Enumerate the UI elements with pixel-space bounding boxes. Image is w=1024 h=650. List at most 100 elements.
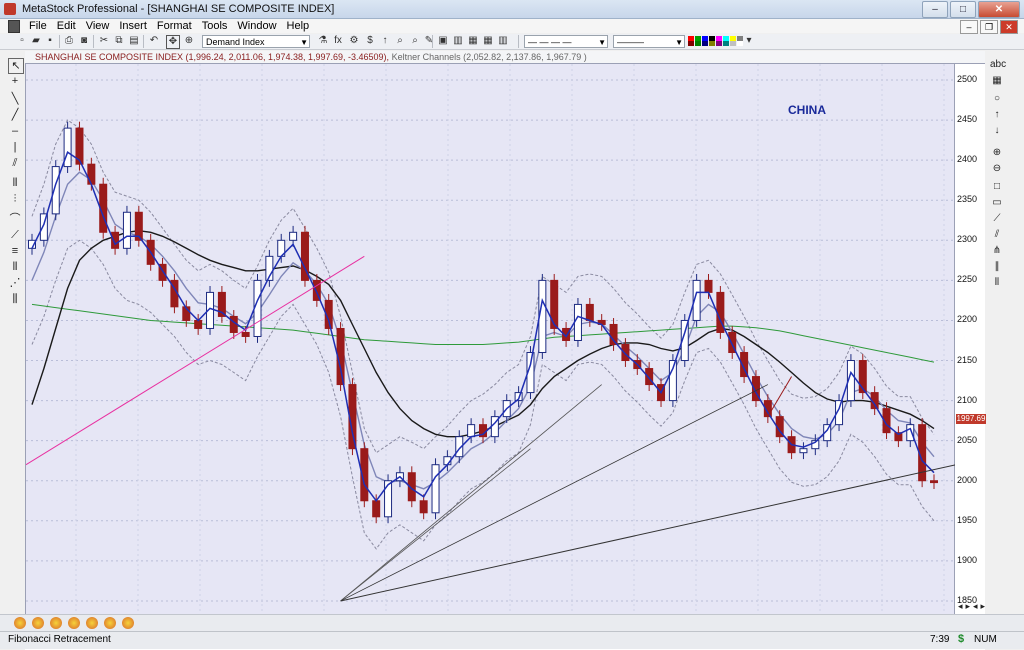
circle-icon[interactable]: ○ [990, 92, 1004, 106]
vlines-icon[interactable]: ⦀ [990, 276, 1004, 290]
binoculars-2-icon[interactable]: ⌕ [409, 35, 421, 47]
y-tick-label: 2350 [957, 194, 978, 205]
menu-item-file[interactable]: File [24, 19, 52, 33]
color-swatch[interactable] [709, 41, 715, 46]
chrome-tab-icon[interactable] [104, 617, 116, 629]
doc-close-button[interactable]: ✕ [1000, 20, 1018, 34]
indicator-select[interactable]: Demand Index ▼ [202, 35, 310, 48]
pen-icon[interactable]: ✎ [423, 35, 435, 47]
pitchfork-icon[interactable]: ⋔ [990, 244, 1004, 258]
candle-body [384, 480, 393, 518]
layout-4-icon[interactable]: ▦ [482, 35, 494, 47]
cut-icon[interactable]: ✂ [98, 35, 110, 47]
zoom-in-icon[interactable]: ⊕ [990, 146, 1004, 160]
copy-icon[interactable]: ⧉ [113, 35, 125, 47]
line-weight-value: ——— [617, 37, 644, 47]
regression-icon[interactable]: ⫼ [8, 292, 22, 306]
arrow-up-icon[interactable]: ↑ [990, 108, 1004, 122]
color-swatch[interactable] [723, 41, 729, 46]
line-style-select[interactable]: — — — — ▼ [524, 35, 608, 48]
crosshair-tool-icon[interactable]: + [8, 74, 22, 88]
line-weight-select[interactable]: ——— ▼ [613, 35, 685, 48]
minimize-button[interactable]: – [922, 1, 948, 18]
menu-item-view[interactable]: View [81, 19, 115, 33]
scroll-arrows[interactable]: ◂▸◂▸ [958, 601, 988, 612]
parallel-icon[interactable]: ∥ [990, 260, 1004, 274]
rect-icon[interactable]: ▭ [990, 196, 1004, 210]
layout-3-icon[interactable]: ▦ [467, 35, 479, 47]
grid-icon[interactable]: ▦ [990, 74, 1004, 88]
fan-line [340, 384, 769, 602]
document-icon[interactable] [8, 20, 20, 33]
color-swatch[interactable] [716, 41, 722, 46]
chrome-tab-icon[interactable] [86, 617, 98, 629]
chrome-tab-icon[interactable] [50, 617, 62, 629]
fibonacci-arcs-icon[interactable]: ⌒ [8, 212, 22, 226]
color-swatch[interactable] [695, 41, 701, 46]
paste-icon[interactable]: ▤ [128, 35, 140, 47]
andrews-fork-icon[interactable]: ⫶ [8, 192, 22, 206]
text-tool-icon[interactable]: abc [990, 58, 1006, 72]
doc-restore-button[interactable]: ❐ [980, 20, 998, 34]
gann-fan-icon[interactable]: ⋰ [8, 276, 22, 290]
menu-item-window[interactable]: Window [232, 19, 281, 33]
horizontal-line-icon[interactable]: – [8, 124, 22, 138]
doc-minimize-button[interactable]: – [960, 20, 978, 34]
color-swatch[interactable] [702, 41, 708, 46]
binoculars-icon[interactable]: ⌕ [394, 35, 406, 47]
save-icon[interactable]: ▪ [44, 35, 56, 47]
ray-tool-icon[interactable]: ╱ [8, 108, 22, 122]
undo-icon[interactable]: ↶ [148, 35, 160, 47]
plot-area[interactable]: CHINA [25, 63, 956, 629]
crosshair-icon[interactable]: ⊕ [183, 35, 195, 47]
color-swatch[interactable] [688, 41, 694, 46]
layout-2-icon[interactable]: ▥ [452, 35, 464, 47]
channel-tool-icon[interactable]: ⫽ [8, 156, 22, 170]
annotation-toolbar: abc ▦ ○ ↑ ↓ ⊕ ⊖ □ ▭ ⟋ ⫽ ⋔ ∥ ⦀ [988, 56, 1006, 616]
fibonacci-fans-icon[interactable]: ⟋ [8, 228, 22, 242]
vertical-line-icon[interactable]: | [8, 140, 22, 154]
chart-window: SHANGHAI SE COMPOSITE INDEX (1,996.24, 2… [25, 50, 985, 650]
select-arrow-icon[interactable]: ↖ [8, 58, 24, 74]
menu-item-edit[interactable]: Edit [52, 19, 81, 33]
system-tester-icon[interactable]: ↑ [379, 35, 391, 47]
cycle-lines-icon[interactable]: ⫴ [8, 176, 22, 190]
open-icon[interactable]: ▰ [30, 35, 42, 47]
trendline-tool-icon[interactable]: ╲ [8, 92, 22, 106]
chrome-tab-icon[interactable] [14, 617, 26, 629]
square-icon[interactable]: □ [990, 180, 1004, 194]
new-icon[interactable]: ▫ [16, 35, 28, 47]
menu-item-help[interactable]: Help [282, 19, 315, 33]
layout-1-icon[interactable]: ▣ [437, 35, 449, 47]
arrow-down-icon[interactable]: ↓ [990, 124, 1004, 138]
close-button[interactable]: ✕ [978, 1, 1020, 18]
color-swatch[interactable] [730, 41, 736, 46]
print-preview-icon[interactable]: ◙ [78, 35, 90, 47]
palette-chevron-icon[interactable]: ▾ [743, 35, 755, 47]
security-values: (1,996.24, 2,011.06, 1,974.38, 1,997.69,… [185, 52, 390, 62]
color-palette[interactable] [688, 36, 744, 47]
chrome-tab-icon[interactable] [68, 617, 80, 629]
fibonacci-time-zones-icon[interactable]: ⦀ [8, 260, 22, 274]
expert-icon[interactable]: ⚙ [348, 35, 360, 47]
zoom-out-icon[interactable]: ⊖ [990, 162, 1004, 176]
menu-bar: File Edit View Insert Format Tools Window Help … [0, 19, 1024, 34]
function-icon[interactable]: fx [332, 35, 344, 47]
price-axis[interactable]: 1850 1900 1950 2000 2050 2100 2150 2200 2250 2300… [955, 63, 985, 629]
print-icon[interactable]: ⎙ [63, 35, 75, 47]
menu-item-format[interactable]: Format [152, 19, 197, 33]
fan-icon[interactable]: ⟋ [990, 212, 1004, 226]
explorer-icon[interactable]: $ [364, 35, 376, 47]
channel-icon[interactable]: ⫽ [990, 228, 1004, 242]
y-tick-label: 2000 [957, 474, 978, 485]
chrome-tab-icon[interactable] [122, 617, 134, 629]
maximize-button[interactable]: □ [950, 1, 976, 18]
chrome-tab-icon[interactable] [32, 617, 44, 629]
pointer-icon[interactable]: ✥ [166, 35, 180, 49]
status-bar: Fibonacci Retracement 7:39 $ NUM [0, 631, 1024, 649]
menu-item-tools[interactable]: Tools [197, 19, 233, 33]
indicator-builder-icon[interactable]: ⚗ [317, 35, 329, 47]
layout-5-icon[interactable]: ▥ [497, 35, 509, 47]
fibonacci-retracement-icon[interactable]: ≡ [8, 244, 22, 258]
menu-item-insert[interactable]: Insert [114, 19, 152, 33]
